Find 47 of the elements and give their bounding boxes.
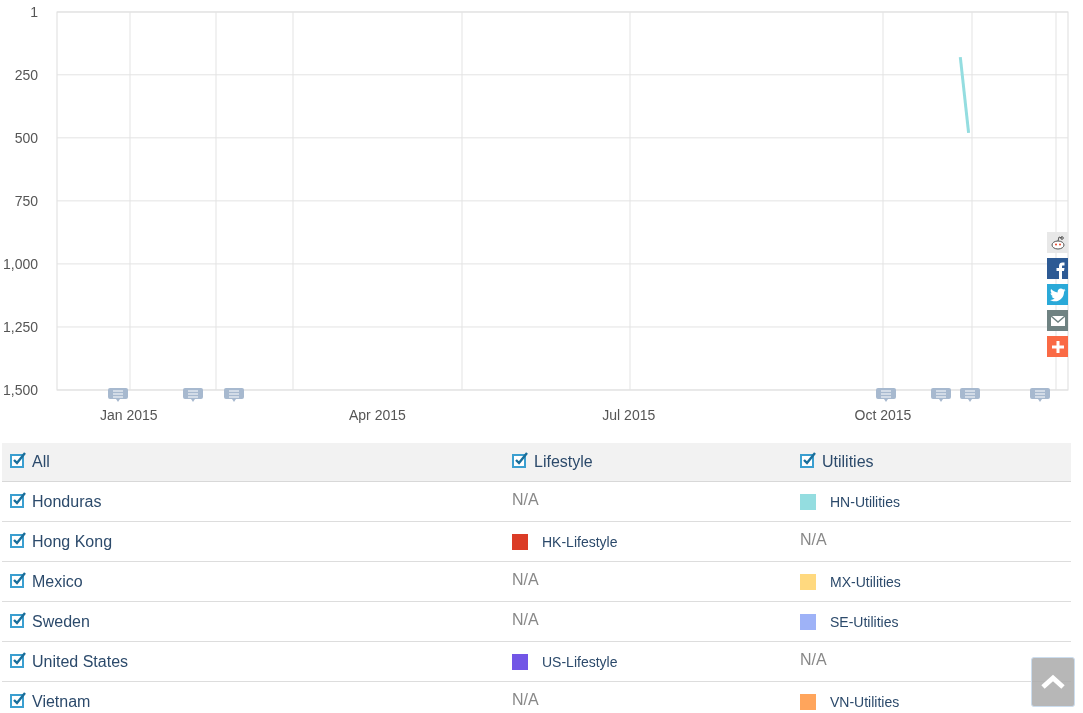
y-axis-label: 1,000 bbox=[2, 255, 38, 272]
checkbox[interactable] bbox=[10, 571, 26, 588]
y-axis-label: 1,500 bbox=[2, 382, 38, 398]
country-name: Hong Kong bbox=[32, 532, 113, 551]
checkbox[interactable] bbox=[10, 691, 26, 708]
x-axis-label: Jan 2015 bbox=[100, 407, 158, 423]
facebook-share-icon[interactable] bbox=[1047, 258, 1068, 279]
column-header: All bbox=[32, 453, 50, 471]
email-share-icon[interactable] bbox=[1047, 310, 1068, 331]
reddit-share-icon[interactable] bbox=[1047, 232, 1068, 253]
x-axis-label: Apr 2015 bbox=[349, 407, 406, 423]
y-axis-label: 750 bbox=[14, 192, 38, 209]
checkbox[interactable] bbox=[10, 531, 26, 548]
series-label: MX-Utilities bbox=[830, 573, 901, 590]
not-available-text: N/A bbox=[800, 531, 827, 549]
checkbox[interactable] bbox=[800, 452, 816, 468]
plus-share-icon[interactable] bbox=[1047, 336, 1068, 357]
series-label: HK-Lifestyle bbox=[542, 533, 618, 550]
series-label: SE-Utilities bbox=[830, 613, 899, 630]
series-label: US-Lifestyle bbox=[542, 653, 618, 670]
country-name: Mexico bbox=[32, 572, 83, 591]
column-header: Lifestyle bbox=[534, 453, 593, 471]
checkbox[interactable] bbox=[10, 611, 26, 628]
series-label: VN-Utilities bbox=[830, 693, 900, 710]
twitter-share-icon[interactable] bbox=[1047, 284, 1068, 305]
not-available-text: N/A bbox=[512, 571, 539, 589]
country-name: United States bbox=[32, 652, 129, 671]
country-name: Sweden bbox=[32, 612, 90, 631]
y-axis-label: 500 bbox=[14, 129, 38, 146]
not-available-text: N/A bbox=[512, 491, 539, 509]
chevron-up-icon bbox=[1040, 674, 1066, 690]
x-axis-label: Jul 2015 bbox=[602, 407, 656, 423]
country-name: Honduras bbox=[32, 492, 102, 511]
checkbox[interactable] bbox=[512, 452, 528, 468]
not-available-text: N/A bbox=[512, 691, 539, 709]
y-axis-label: 1 bbox=[30, 4, 38, 20]
checkbox[interactable] bbox=[10, 452, 26, 468]
column-header: Utilities bbox=[822, 453, 874, 471]
checkbox[interactable] bbox=[10, 491, 26, 508]
not-available-text: N/A bbox=[512, 611, 539, 629]
x-axis-label: Oct 2015 bbox=[854, 407, 912, 423]
y-axis-label: 250 bbox=[14, 66, 38, 83]
country-name: Vietnam bbox=[32, 692, 91, 711]
checkbox[interactable] bbox=[10, 651, 26, 668]
not-available-text: N/A bbox=[800, 651, 827, 669]
series-label: HN-Utilities bbox=[830, 493, 900, 510]
y-axis-label: 1,250 bbox=[2, 318, 38, 335]
